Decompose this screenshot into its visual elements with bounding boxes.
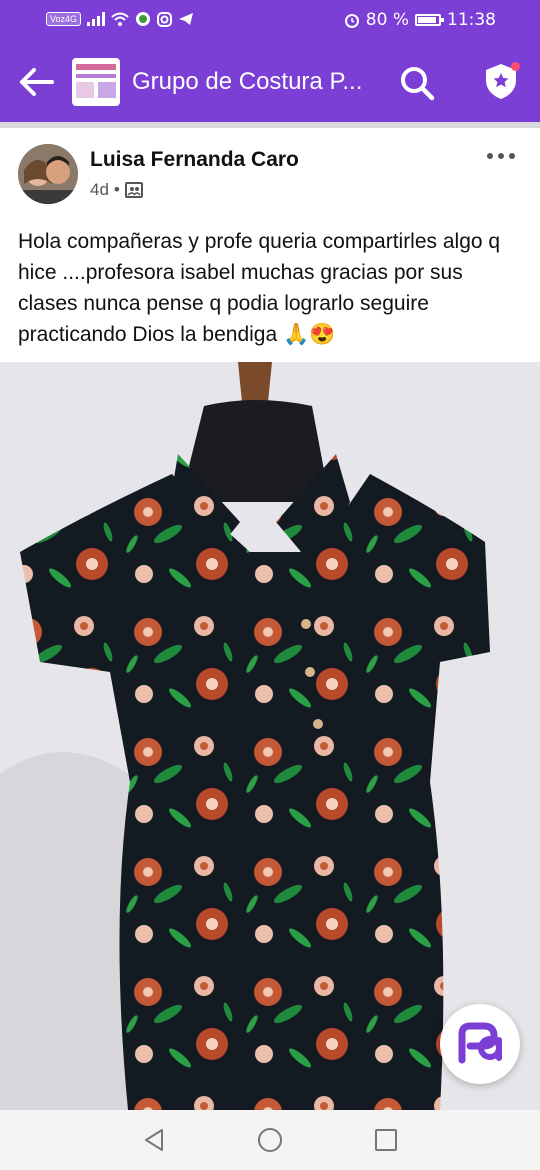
home-circle-icon[interactable] [256, 1126, 284, 1154]
author-name[interactable]: Luisa Fernanda Caro [90, 148, 299, 172]
app-bar: Grupo de Costura P... [0, 42, 540, 122]
search-icon[interactable] [398, 64, 436, 102]
more-options-icon[interactable] [484, 144, 518, 168]
signal-icon [87, 12, 106, 26]
back-arrow-icon[interactable] [16, 66, 56, 98]
group-thumbnail[interactable] [72, 58, 120, 106]
post-body: Hola compañeras y profe queria compartir… [18, 230, 501, 346]
avatar-photo [18, 144, 78, 204]
post-meta: 4d • [90, 180, 143, 200]
telegram-icon [179, 13, 194, 25]
status-bar: Voz4G 80 % 11:38 [0, 0, 540, 42]
post-image[interactable] [0, 362, 540, 1110]
thumb-band [76, 64, 116, 70]
thumb-photo [76, 82, 94, 98]
clock: 11:38 [447, 10, 496, 30]
notification-dot [511, 62, 520, 71]
recents-square-icon[interactable] [372, 1126, 400, 1154]
shield-star-icon[interactable] [480, 60, 522, 102]
group-title[interactable]: Grupo de Costura P... [132, 68, 362, 96]
volte-badge: Voz4G [46, 12, 82, 26]
group-members-icon [124, 182, 143, 198]
wifi-icon [111, 12, 129, 26]
thumb-band [76, 74, 116, 78]
status-left: Voz4G [46, 11, 194, 27]
system-nav-bar [0, 1110, 540, 1170]
meta-separator: • [113, 180, 120, 199]
instagram-icon [157, 11, 173, 27]
whatsapp-icon [136, 12, 151, 26]
back-triangle-icon[interactable] [140, 1126, 168, 1154]
post-age[interactable]: 4d [90, 180, 109, 200]
pa-logo-icon [458, 1022, 502, 1064]
avatar[interactable] [18, 144, 78, 204]
battery-percent: 80 % [365, 10, 409, 30]
battery-icon [415, 14, 444, 26]
blouse-photo [0, 362, 540, 1110]
battery-level [418, 17, 436, 23]
thumb-photo [98, 82, 116, 98]
status-right: 80 % 11:38 [344, 10, 496, 30]
alarm-icon [344, 14, 359, 28]
pa-logo-button[interactable] [440, 1004, 520, 1084]
section-divider [0, 122, 540, 128]
